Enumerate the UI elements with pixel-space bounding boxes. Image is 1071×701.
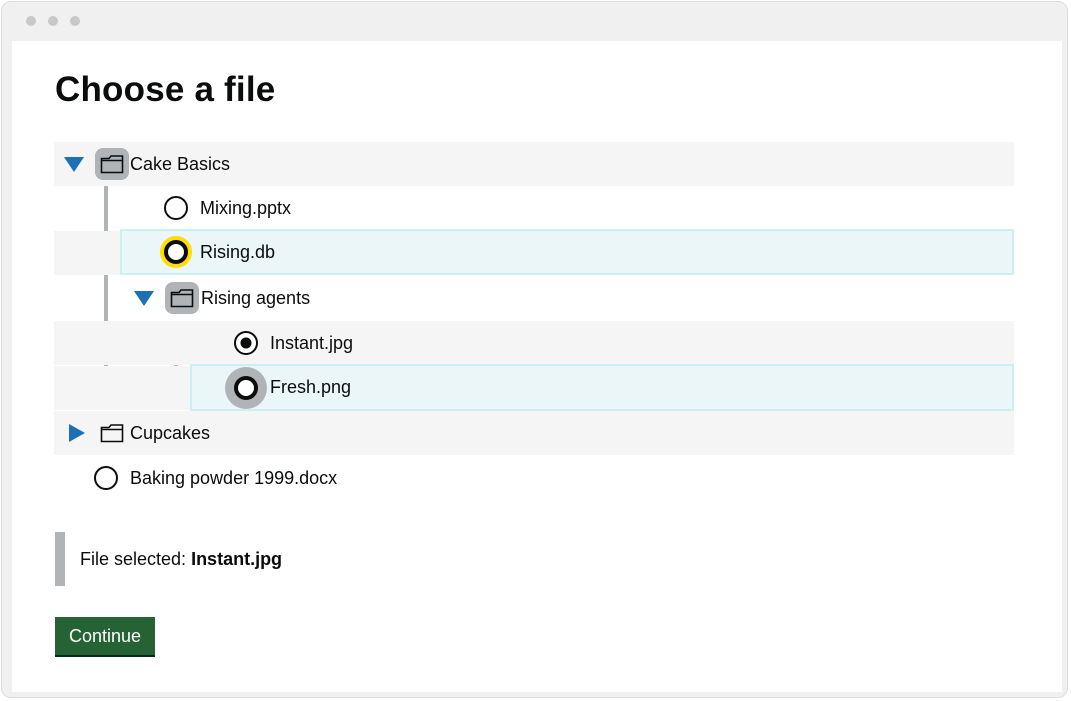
- page-title: Choose a file: [55, 70, 276, 109]
- tree-file-instant[interactable]: Instant.jpg: [54, 321, 1014, 365]
- tree-file-label: Baking powder 1999.docx: [130, 467, 338, 488]
- caret-down-icon[interactable]: [64, 156, 84, 172]
- tree-file-label: Rising.db: [200, 241, 276, 262]
- folder-icon: [165, 282, 199, 314]
- tree-folder-label: Rising agents: [201, 287, 311, 308]
- tree-file-baking-powder[interactable]: Baking powder 1999.docx: [54, 456, 1014, 500]
- file-radio[interactable]: [94, 466, 118, 490]
- selection-prefix: File selected:: [80, 548, 187, 569]
- page-content: Choose a file Cake Basics Mixing.pptx Ri…: [12, 41, 1062, 692]
- window-dot-icon: [26, 16, 36, 26]
- caret-right-icon[interactable]: [69, 424, 85, 442]
- tree-folder-cupcakes[interactable]: Cupcakes: [54, 411, 1014, 455]
- tree-file-fresh[interactable]: Fresh.png: [190, 364, 1014, 411]
- tree-file-mixing[interactable]: Mixing.pptx: [54, 186, 1014, 230]
- selection-value: Instant.jpg: [191, 548, 283, 569]
- caret-down-icon[interactable]: [134, 290, 154, 306]
- folder-icon: [95, 417, 129, 449]
- file-radio[interactable]: [164, 196, 188, 220]
- folder-icon: [95, 148, 129, 180]
- tree-file-label: Instant.jpg: [270, 332, 354, 353]
- continue-button[interactable]: Continue: [55, 617, 155, 655]
- browser-window: Choose a file Cake Basics Mixing.pptx Ri…: [1, 1, 1068, 698]
- tree-file-label: Fresh.png: [270, 377, 352, 397]
- window-dot-icon: [48, 16, 58, 26]
- tree-folder-rising-agents[interactable]: Rising agents: [54, 276, 1014, 320]
- file-radio[interactable]: [234, 375, 258, 400]
- file-radio-checked[interactable]: [234, 331, 258, 355]
- selection-summary: File selected: Instant.jpg: [55, 532, 575, 586]
- tree-file-label: Mixing.pptx: [200, 197, 292, 218]
- tree-folder-label: Cupcakes: [130, 422, 211, 443]
- tree-file-rising-db[interactable]: Rising.db: [120, 229, 1014, 275]
- tree-folder-label: Cake Basics: [130, 153, 231, 174]
- file-radio[interactable]: [164, 240, 188, 264]
- window-dot-icon: [70, 16, 80, 26]
- tree-folder-cake-basics[interactable]: Cake Basics: [54, 142, 1014, 186]
